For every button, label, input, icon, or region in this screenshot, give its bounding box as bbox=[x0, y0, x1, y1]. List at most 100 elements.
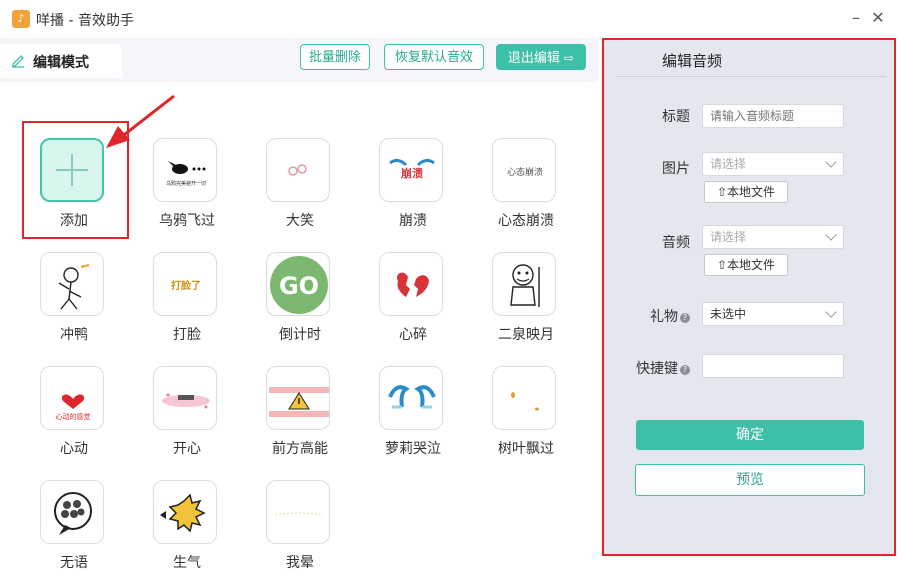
tile-slap[interactable]: 打脸了 打脸 bbox=[135, 232, 239, 343]
tile-label: 我晕 bbox=[286, 555, 314, 571]
angry-icon bbox=[160, 493, 206, 533]
crow-caption: 乌鸦完美避开一切 bbox=[166, 180, 206, 187]
collapse-thumbnail: 崩溃 bbox=[379, 138, 443, 202]
help-icon[interactable]: ? bbox=[680, 365, 690, 375]
tile-label: 二泉映月 bbox=[498, 327, 554, 343]
upload-icon: ⇧ bbox=[716, 258, 728, 272]
tile-dizzy[interactable]: 我晕 bbox=[248, 460, 352, 571]
gift-select[interactable]: 未选中 bbox=[702, 302, 844, 326]
broken-heart-icon bbox=[397, 272, 429, 297]
heart-caption: 心动的感觉 bbox=[56, 412, 91, 421]
tile-speechless[interactable]: 无语 bbox=[22, 460, 126, 571]
app-logo-icon: ♪ bbox=[12, 10, 30, 28]
erhu-player-icon bbox=[510, 264, 540, 307]
audio-local-file-button[interactable]: ⇧本地文件 bbox=[704, 254, 788, 276]
tile-warning[interactable]: 前方高能 bbox=[248, 346, 352, 457]
tile-erquan[interactable]: 二泉映月 bbox=[474, 232, 578, 343]
mind-caption: 心态崩溃 bbox=[507, 166, 543, 178]
local-file-label: 本地文件 bbox=[727, 185, 776, 199]
tile-label: 心态崩溃 bbox=[498, 213, 554, 229]
tile-label: 心动 bbox=[60, 441, 88, 457]
heartbreak-thumbnail bbox=[379, 252, 443, 316]
exit-icon: ⇨ bbox=[564, 51, 575, 65]
confirm-button[interactable]: 确定 bbox=[636, 420, 864, 450]
slap-icon: 打脸了 bbox=[171, 279, 201, 292]
leaves-thumbnail bbox=[492, 366, 556, 430]
edit-mode-label: 编辑模式 bbox=[33, 55, 89, 71]
chevron-down-icon bbox=[825, 306, 837, 318]
dizzy-icon bbox=[274, 512, 324, 516]
speechless-thumbnail bbox=[40, 480, 104, 544]
close-button[interactable]: ✕ bbox=[868, 8, 888, 28]
restore-default-button[interactable]: 恢复默认音效 bbox=[384, 44, 484, 70]
tile-label: 乌鸦飞过 bbox=[159, 213, 215, 229]
edit-audio-panel: 编辑音频 标题 图片 请选择 ⇧本地文件 音频 请选择 ⇧本地文件 礼物? 未选… bbox=[602, 38, 896, 556]
divider bbox=[616, 76, 886, 77]
chevron-down-icon bbox=[825, 156, 837, 168]
tile-laugh[interactable]: 大笑 bbox=[248, 118, 352, 229]
tile-label: 前方高能 bbox=[272, 441, 328, 457]
angry-thumbnail bbox=[153, 480, 217, 544]
warning-thumbnail bbox=[266, 366, 330, 430]
slap-caption: 打脸了 bbox=[171, 279, 201, 292]
leaf-icon bbox=[511, 392, 539, 411]
batch-delete-button[interactable]: 批量删除 bbox=[300, 44, 370, 70]
tile-countdown[interactable]: GO 倒计时 bbox=[248, 232, 352, 343]
image-select-placeholder: 请选择 bbox=[710, 157, 747, 171]
upload-icon: ⇧ bbox=[716, 185, 728, 199]
hotkey-label: 快捷键? bbox=[630, 358, 690, 378]
countdown-thumbnail: GO bbox=[266, 252, 330, 316]
image-select[interactable]: 请选择 bbox=[702, 152, 844, 176]
edit-audio-title: 编辑音频 bbox=[662, 52, 723, 70]
window-title: 咩播 - 音效助手 bbox=[36, 13, 134, 29]
tile-label: 倒计时 bbox=[279, 327, 321, 343]
audio-select[interactable]: 请选择 bbox=[702, 225, 844, 249]
tile-label: 冲鸭 bbox=[60, 327, 88, 343]
help-icon[interactable]: ? bbox=[680, 313, 690, 323]
tile-charge[interactable]: 冲鸭 bbox=[22, 232, 126, 343]
tile-label: 开心 bbox=[173, 441, 201, 457]
title-input[interactable] bbox=[702, 104, 844, 128]
speech-bubble-icon bbox=[54, 492, 92, 535]
edit-mode-tab: 编辑模式 bbox=[0, 44, 122, 78]
gift-select-value: 未选中 bbox=[710, 307, 747, 321]
pointer-arrow-icon bbox=[106, 94, 175, 148]
hotkey-input[interactable] bbox=[702, 354, 844, 378]
laugh-thumbnail bbox=[266, 138, 330, 202]
sound-effects-panel: 编辑模式 批量删除 恢复默认音效 退出编辑 ⇨ 添加 乌鸦完美避开一切 乌鸦飞过… bbox=[0, 38, 598, 571]
tile-mind-collapse[interactable]: 心态崩溃 心态崩溃 bbox=[474, 118, 578, 229]
tile-label: 无语 bbox=[60, 555, 88, 571]
warning-icon bbox=[269, 387, 329, 417]
tile-heartbreak[interactable]: 心碎 bbox=[361, 232, 465, 343]
preview-button[interactable]: 预览 bbox=[635, 464, 865, 496]
charge-thumbnail bbox=[40, 252, 104, 316]
laugh-icon bbox=[288, 164, 307, 176]
tile-collapse[interactable]: 崩溃 崩溃 bbox=[361, 118, 465, 229]
tile-label: 萝莉哭泣 bbox=[385, 441, 441, 457]
collapse-caption: 崩溃 bbox=[401, 166, 423, 180]
tile-happy[interactable]: 开心 bbox=[135, 346, 239, 457]
gift-label-text: 礼物 bbox=[650, 309, 678, 325]
mind-collapse-icon: 心态崩溃 bbox=[507, 166, 543, 178]
minimize-button[interactable]: – bbox=[846, 8, 866, 28]
tile-label: 树叶飘过 bbox=[498, 441, 554, 457]
sound-grid: 添加 乌鸦完美避开一切 乌鸦飞过 大笑 崩溃 崩溃 心态崩溃 心态崩溃 冲鸭 打… bbox=[0, 82, 598, 571]
image-local-file-button[interactable]: ⇧本地文件 bbox=[704, 181, 788, 203]
tile-label: 打脸 bbox=[173, 327, 201, 343]
exit-edit-label: 退出编辑 bbox=[507, 51, 560, 66]
happy-icon bbox=[162, 393, 210, 409]
tile-label: 心碎 bbox=[399, 327, 427, 343]
chevron-down-icon bbox=[825, 229, 837, 241]
tile-angry[interactable]: 生气 bbox=[135, 460, 239, 571]
tile-heartbeat[interactable]: 心动的感觉 心动 bbox=[22, 346, 126, 457]
loli-cry-thumbnail bbox=[379, 366, 443, 430]
exit-edit-button[interactable]: 退出编辑 ⇨ bbox=[496, 44, 586, 70]
gift-label: 礼物? bbox=[630, 306, 690, 326]
erquan-thumbnail bbox=[492, 252, 556, 316]
tile-label: 大笑 bbox=[286, 213, 314, 229]
tile-loli-cry[interactable]: 萝莉哭泣 bbox=[361, 346, 465, 457]
go-icon: GO bbox=[270, 256, 328, 314]
tile-leaves[interactable]: 树叶飘过 bbox=[474, 346, 578, 457]
crying-icon bbox=[388, 385, 436, 409]
image-label: 图片 bbox=[662, 161, 690, 177]
